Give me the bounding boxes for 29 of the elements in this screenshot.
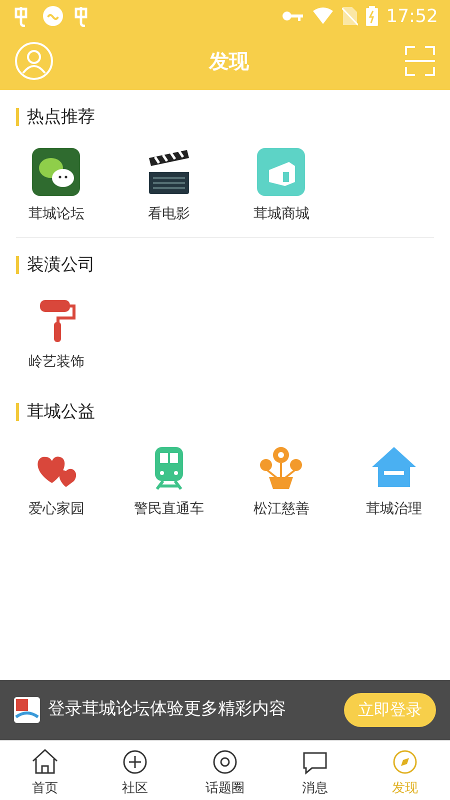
shortcut-item[interactable]: 松江慈善 [225,443,338,520]
scan-icon[interactable] [404,45,436,77]
home-icon [30,747,60,777]
battery-icon [366,6,378,26]
shortcut-item[interactable]: 警民直通车 [112,443,225,520]
section-title: 热点推荐 [16,108,450,126]
shortcut-item[interactable]: 岭艺装饰 [0,296,112,373]
notification-icon [42,5,64,27]
wifi-icon [312,7,334,25]
key-icon [282,9,304,23]
shop-icon [257,148,306,196]
app-logo-icon [14,697,40,723]
shortcut-item[interactable]: 爱心家园 [0,443,112,520]
shortcut-item[interactable]: 茸城治理 [338,443,450,520]
profile-icon[interactable] [14,41,54,81]
shortcut-item[interactable]: 茸城商城 [225,148,338,225]
shortcut-item[interactable]: 看电影 [112,148,225,225]
section-title: 茸城公益 [16,403,450,421]
section-title: 装潢公司 [16,256,450,274]
status-time: 17:52 [386,4,438,28]
banner-text: 登录茸城论坛体验更多精彩内容 [48,698,287,722]
no-sim-icon [342,6,358,26]
tab-button[interactable]: 首页 [0,741,90,800]
tab-button[interactable]: 社区 [90,741,180,800]
tab-button[interactable]: 话题圈 [180,741,270,800]
page-title: 发现 [209,48,249,75]
chat-bubbles-icon [32,148,80,196]
shortcut-item[interactable]: 茸城论坛 [0,148,112,225]
tab-button[interactable]: 消息 [270,741,360,800]
